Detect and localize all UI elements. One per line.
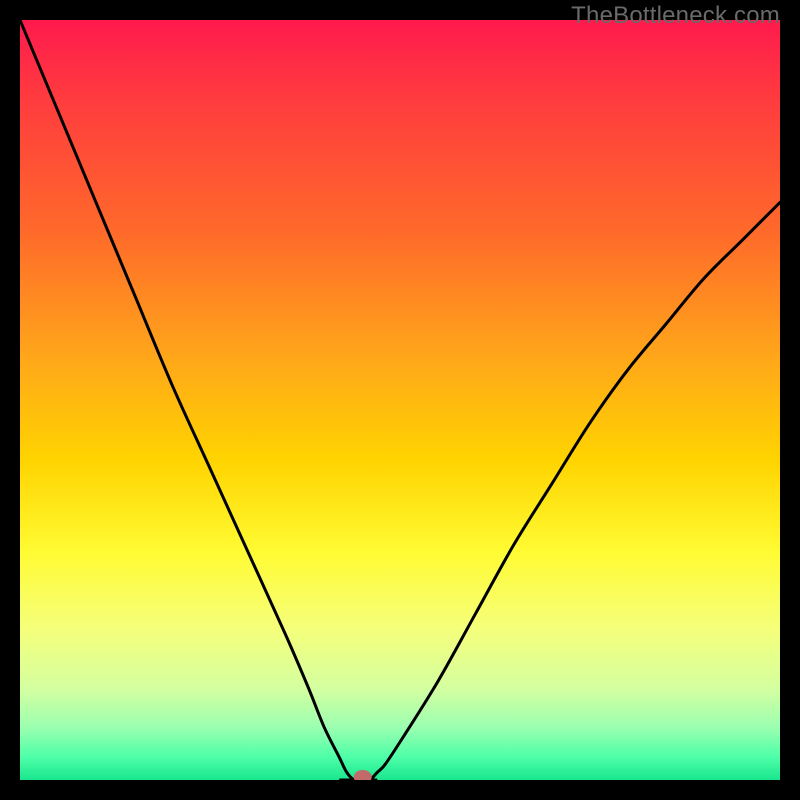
chart-frame: TheBottleneck.com: [0, 0, 800, 800]
optimal-point-marker: [354, 770, 372, 780]
bottleneck-curve: [20, 20, 780, 780]
watermark-label: TheBottleneck.com: [571, 2, 780, 30]
curve-layer: [20, 20, 780, 780]
plot-area: [20, 20, 780, 780]
